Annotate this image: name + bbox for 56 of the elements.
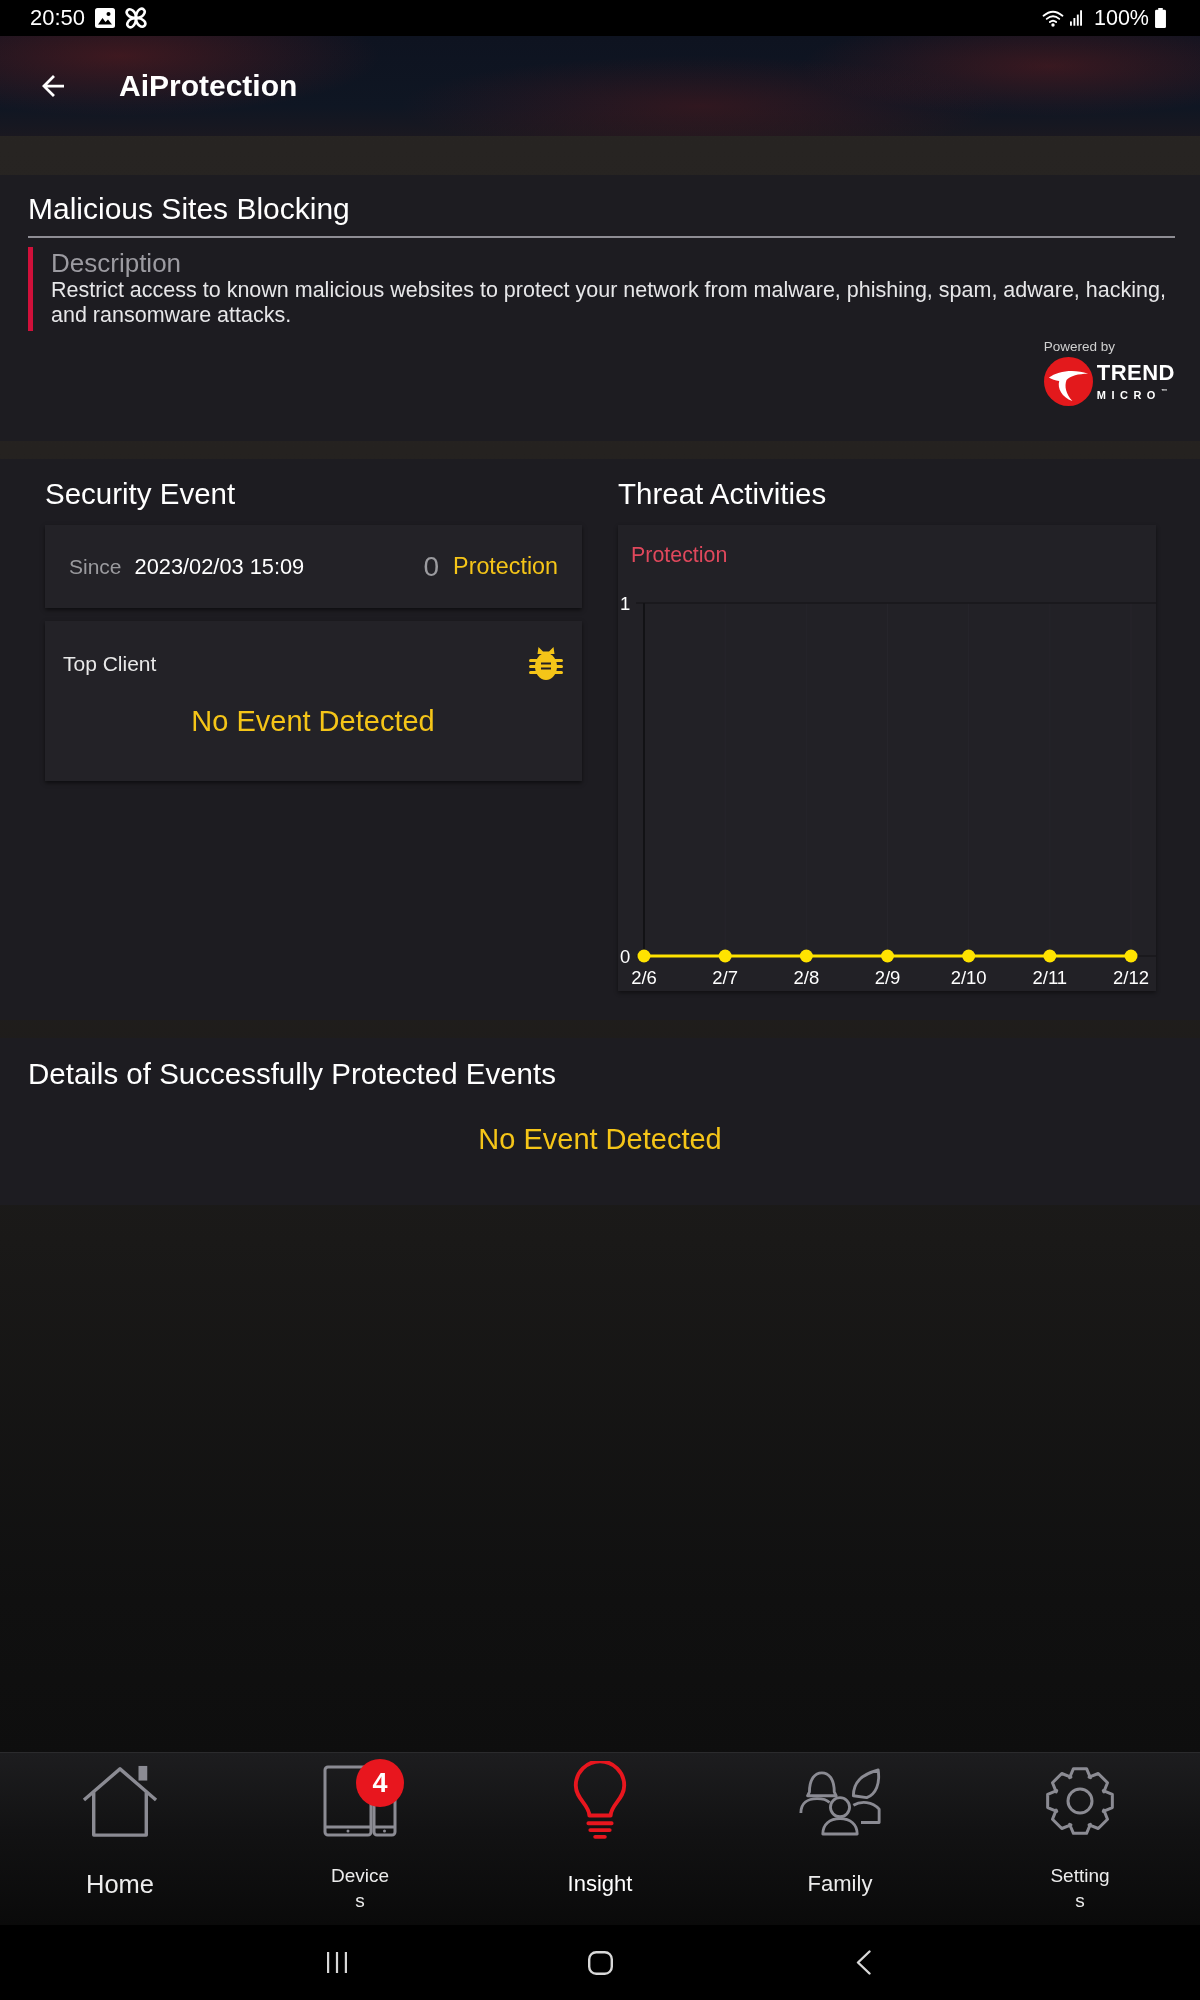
app-title: AiProtection (119, 68, 298, 104)
description-text: Restrict access to known malicious websites to protect your network from malware, phishing, spam, adware, hacking, and ransomware attacks. (51, 278, 1167, 328)
axis-tick-label: 2/9 (874, 966, 901, 988)
nav-tab[interactable]: Home (64, 1753, 176, 1905)
recent-apps-icon (326, 1952, 348, 1973)
axis-tick-label: 0 (620, 945, 631, 967)
description-label: Description (51, 248, 183, 278)
nav-tab[interactable]: Settings (1024, 1753, 1136, 1919)
axis-tick-label: 2/11 (1032, 966, 1068, 988)
logo-text: TREND (1096, 361, 1175, 384)
data-point (962, 949, 976, 963)
data-point (718, 949, 732, 963)
data-point (1124, 949, 1138, 963)
pinwheel-icon (125, 7, 148, 29)
bug-icon (529, 647, 563, 681)
legend-label: Protection (631, 543, 728, 567)
data-point (1043, 949, 1057, 963)
status-time: 20:50 (30, 5, 86, 31)
section-heading: Details of Successfully Protected Events (28, 1057, 557, 1091)
notification-badge: 4 (356, 1759, 404, 1807)
section-heading: Security Event (45, 477, 237, 511)
battery-icon (1155, 8, 1166, 28)
wifi-icon (1042, 9, 1064, 27)
gear-icon (1044, 1765, 1116, 1837)
logo-text: MICRO$^{™}$ (1096, 386, 1168, 402)
back-chevron-icon (855, 1950, 871, 1975)
empty-message: No Event Detected (190, 704, 436, 738)
axis-tick-label: 2/7 (712, 966, 739, 988)
event-count: 0 (423, 550, 440, 583)
nav-tab[interactable]: Devices 4 (304, 1753, 416, 1919)
since-label: Since (69, 554, 122, 579)
axis-tick-label: 2/10 (950, 966, 987, 988)
top-client-title: Top Client (63, 652, 157, 676)
battery-percent: 100% (1094, 5, 1149, 31)
data-point (799, 949, 813, 963)
axis-tick-label: 2/8 (793, 966, 820, 988)
feature-title: Malicious Sites Blocking (28, 191, 351, 227)
logo-icon (1043, 357, 1093, 406)
signal-icon (1070, 10, 1082, 26)
nav-tab[interactable]: Family (784, 1753, 896, 1905)
back-icon (42, 75, 64, 97)
axis-tick-label: 2/6 (631, 966, 657, 988)
axis-tick-label: 2/12 (1113, 966, 1149, 988)
home-icon (81, 1764, 159, 1838)
data-point (881, 949, 894, 963)
count-label: Protection (453, 553, 558, 580)
gallery-icon (95, 8, 116, 28)
data-point (637, 949, 651, 963)
nav-tab[interactable]: Insight (544, 1753, 656, 1905)
section-heading: Threat Activities (618, 477, 828, 511)
home-button-icon (587, 1950, 613, 1975)
since-value: 2023/02/03 15:09 (134, 553, 305, 580)
empty-message: No Event Detected (477, 1122, 723, 1156)
powered-by-text: Powered by (1043, 338, 1115, 355)
family-icon (798, 1766, 882, 1836)
axis-tick-label: 1 (620, 592, 631, 614)
